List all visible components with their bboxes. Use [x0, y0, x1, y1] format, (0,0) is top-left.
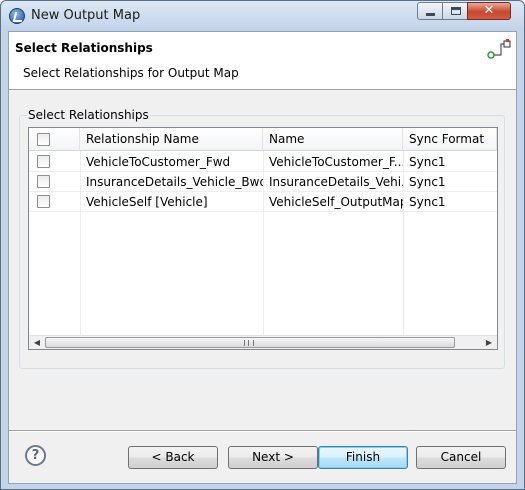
scrollbar-thumb[interactable] [45, 337, 455, 348]
window-title: New Output Map [31, 8, 141, 23]
help-icon[interactable]: ? [25, 445, 46, 466]
page-description: Select Relationships for Output Map [23, 66, 239, 80]
grip-icon [244, 340, 254, 346]
dialog-body: Select Relationships Select Relationship… [8, 31, 517, 484]
dialog-window: New Output Map ✕ Select Relationships Se… [0, 0, 525, 490]
maximize-icon [451, 7, 461, 15]
close-button[interactable]: ✕ [467, 2, 511, 20]
wizard-header: Select Relationships Select Relationship… [9, 32, 516, 90]
relationship-name-cell: VehicleToCustomer_Fwd [86, 155, 231, 169]
relationships-table[interactable]: Relationship Name Name Sync Format Vehic… [28, 127, 498, 350]
select-all-column [29, 128, 80, 151]
column-name[interactable]: Name [263, 128, 403, 151]
sync-format-cell: Sync1 [409, 175, 446, 189]
sync-format-cell: Sync1 [409, 155, 446, 169]
title-bar[interactable]: New Output Map ✕ [1, 1, 524, 31]
row-checkbox[interactable] [37, 195, 50, 208]
table-row[interactable]: InsuranceDetails_Vehicle_Bwd InsuranceDe… [29, 172, 497, 192]
horizontal-scrollbar[interactable]: ◀ ▶ [29, 335, 497, 349]
row-checkbox[interactable] [37, 155, 50, 168]
column-sync-format[interactable]: Sync Format [403, 128, 497, 151]
name-cell: VehicleToCustomer_F... [269, 155, 403, 169]
minimize-icon [426, 13, 435, 16]
sync-format-cell: Sync1 [409, 195, 446, 209]
cancel-button[interactable]: Cancel [416, 446, 506, 469]
relationship-name-cell: VehicleSelf [Vehicle] [86, 195, 208, 209]
table-header: Relationship Name Name Sync Format [29, 128, 497, 151]
close-icon: ✕ [483, 3, 495, 18]
next-button[interactable]: Next > [228, 446, 318, 469]
row-checkbox[interactable] [37, 175, 50, 188]
group-label: Select Relationships [27, 108, 150, 122]
name-cell: InsuranceDetails_Vehi... [269, 175, 403, 189]
select-all-checkbox[interactable] [37, 133, 50, 146]
page-title: Select Relationships [15, 41, 153, 55]
relationship-wizard-icon [487, 39, 511, 59]
maximize-button[interactable] [442, 2, 468, 20]
scroll-left-icon[interactable]: ◀ [30, 336, 44, 349]
table-row[interactable]: VehicleSelf [Vehicle] VehicleSelf_Output… [29, 192, 497, 212]
name-cell: VehicleSelf_OutputMap [269, 195, 403, 209]
column-relationship-name[interactable]: Relationship Name [80, 128, 263, 151]
minimize-button[interactable] [417, 2, 443, 20]
footer-separator [9, 430, 516, 432]
table-row[interactable]: VehicleToCustomer_Fwd VehicleToCustomer_… [29, 152, 497, 172]
back-button[interactable]: < Back [128, 446, 218, 469]
relationship-name-cell: InsuranceDetails_Vehicle_Bwd [86, 175, 263, 189]
app-globe-icon [9, 8, 25, 24]
scroll-right-icon[interactable]: ▶ [482, 336, 496, 349]
finish-button[interactable]: Finish [318, 446, 408, 469]
